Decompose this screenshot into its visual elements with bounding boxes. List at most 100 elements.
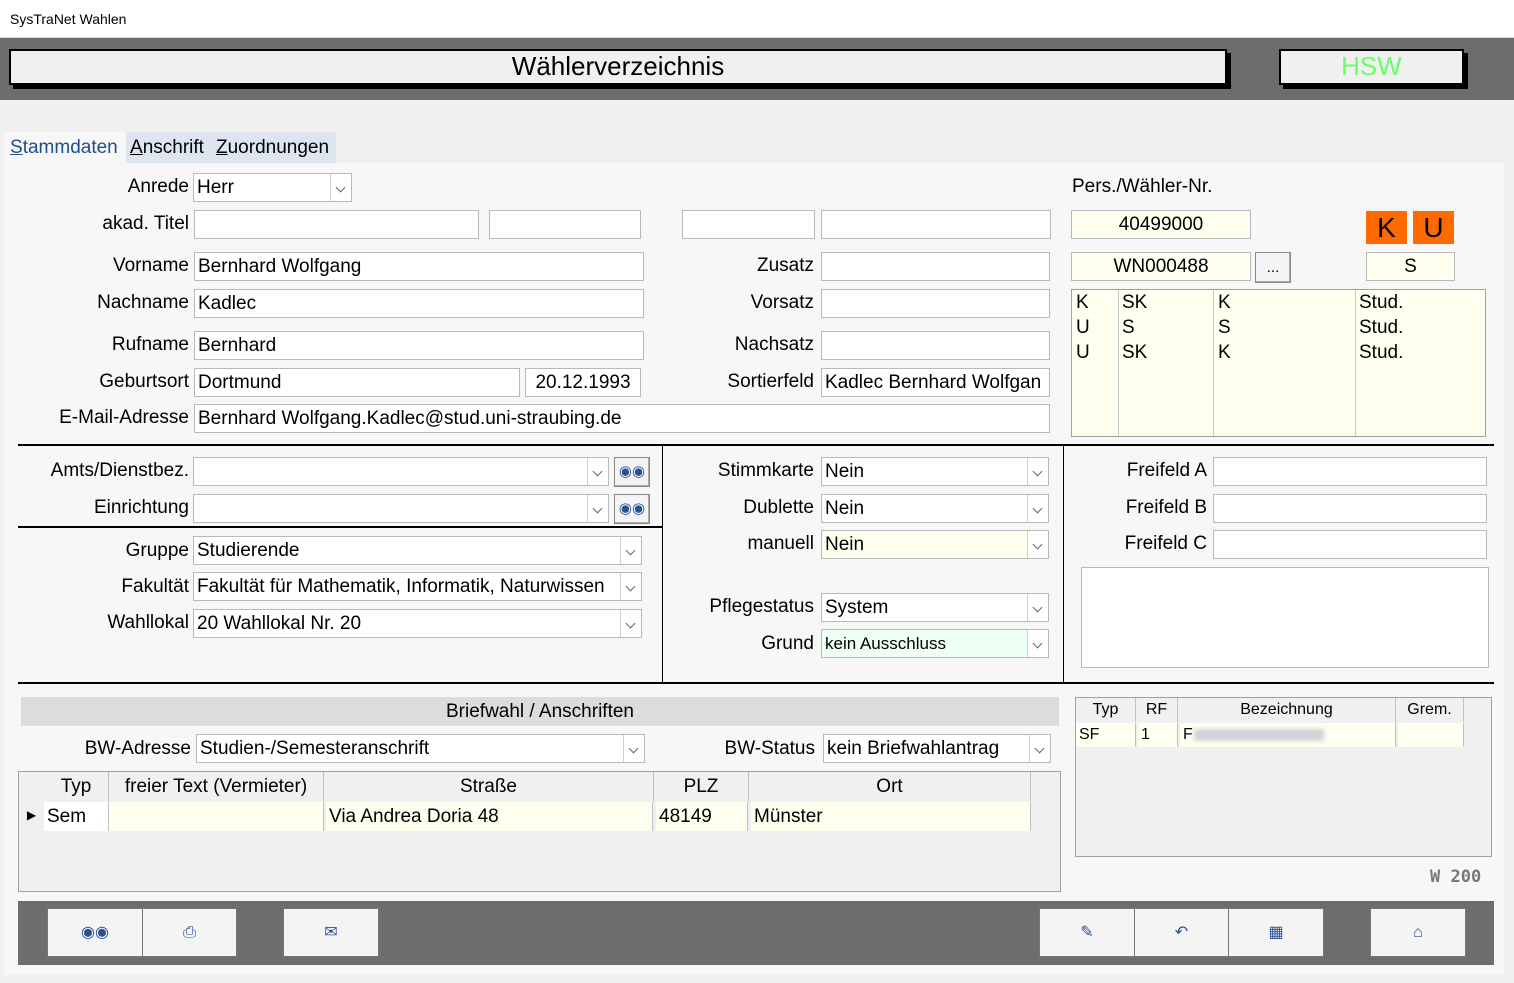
- table-row[interactable]: Sem: [44, 802, 109, 831]
- titel-field-4[interactable]: [821, 210, 1051, 239]
- address-table[interactable]: Typ freier Text (Vermieter) Straße PLZ O…: [18, 771, 1061, 892]
- chevron-down-icon[interactable]: [620, 610, 641, 637]
- column-header[interactable]: Grem.: [1396, 698, 1464, 722]
- einrichtung-select[interactable]: [193, 494, 609, 523]
- list-item: SK: [1122, 342, 1148, 363]
- mail-icon[interactable]: ✉: [283, 908, 379, 957]
- binoculars-icon[interactable]: ◉◉: [614, 494, 650, 524]
- grund-select[interactable]: kein Ausschluss: [821, 629, 1049, 658]
- chevron-down-icon[interactable]: [1029, 735, 1050, 762]
- list-item: U: [1076, 317, 1090, 338]
- row-selector-icon[interactable]: ▶: [19, 802, 44, 831]
- bw-status-select[interactable]: kein Briefwahlantrag: [823, 734, 1051, 763]
- list-item: K: [1076, 292, 1089, 313]
- chevron-down-icon[interactable]: [1027, 594, 1048, 621]
- anrede-label: Anrede: [127, 176, 189, 197]
- titel-field-3[interactable]: [682, 210, 815, 239]
- table-row[interactable]: Via Andrea Doria 48: [326, 802, 653, 831]
- notes-textarea[interactable]: [1081, 567, 1489, 668]
- geburtsort-field[interactable]: Dortmund: [194, 368, 520, 397]
- chevron-down-icon[interactable]: [1027, 531, 1048, 558]
- chevron-down-icon[interactable]: [620, 573, 641, 600]
- vorname-field[interactable]: Bernhard Wolfgang: [194, 252, 644, 281]
- pflegestatus-select[interactable]: System: [821, 593, 1049, 622]
- wahllokal-select[interactable]: 20 Wahllokal Nr. 20: [193, 609, 642, 638]
- bw-adresse-select[interactable]: Studien-/Semesteranschrift: [196, 734, 645, 763]
- divider: [18, 444, 1494, 446]
- table-row[interactable]: 1: [1138, 723, 1178, 747]
- titel-field-1[interactable]: [194, 210, 479, 239]
- column-header[interactable]: Straße: [324, 772, 654, 801]
- chevron-down-icon[interactable]: [1027, 630, 1048, 657]
- home-icon[interactable]: ⌂: [1370, 908, 1466, 957]
- stimmkarte-select[interactable]: Nein: [821, 457, 1049, 486]
- chevron-down-icon[interactable]: [1027, 495, 1048, 522]
- freifeld-b-field[interactable]: [1213, 494, 1487, 523]
- column-header[interactable]: Ort: [749, 772, 1031, 801]
- column-header[interactable]: Bezeichnung: [1178, 698, 1396, 722]
- table-row[interactable]: 48149: [656, 802, 748, 831]
- print-icon[interactable]: ⎙: [142, 908, 237, 957]
- sortierfeld-label: Sortierfeld: [727, 371, 814, 392]
- column-header[interactable]: freier Text (Vermieter): [109, 772, 324, 801]
- membership-list[interactable]: K SK K Stud. U S S Stud. U SK K Stud.: [1071, 289, 1486, 437]
- dublette-select[interactable]: Nein: [821, 494, 1049, 523]
- vorsatz-field[interactable]: [821, 289, 1050, 318]
- fakultaet-select[interactable]: Fakultät für Mathematik, Informatik, Nat…: [193, 572, 642, 601]
- bottom-toolbar: ◉◉ ⎙ ✉ ✎ ↶ ▦ ⌂: [18, 901, 1494, 965]
- amts-select[interactable]: [193, 457, 609, 486]
- new-record-icon[interactable]: ✎: [1039, 908, 1135, 957]
- gruppe-select[interactable]: Studierende: [193, 536, 642, 565]
- freifeld-c-field[interactable]: [1213, 530, 1487, 559]
- gremien-table[interactable]: Typ RF Bezeichnung Grem. SF 1 F: [1075, 697, 1492, 857]
- table-row[interactable]: F: [1180, 723, 1396, 747]
- column-header[interactable]: Typ: [1076, 698, 1136, 722]
- table-row[interactable]: [109, 802, 324, 831]
- chevron-down-icon[interactable]: [587, 495, 608, 522]
- chevron-down-icon[interactable]: [620, 537, 641, 564]
- column-header[interactable]: RF: [1136, 698, 1178, 722]
- tab-zuordnungen[interactable]: Zuordnungen: [216, 132, 336, 164]
- sortierfeld-field[interactable]: Kadlec Bernhard Wolfgan: [821, 368, 1050, 397]
- tab-anschrift[interactable]: Anschrift: [130, 132, 214, 164]
- rufname-field[interactable]: Bernhard: [194, 331, 644, 360]
- email-field[interactable]: Bernhard Wolfgang.Kadlec@stud.uni-straub…: [194, 404, 1050, 433]
- table-row[interactable]: [1398, 723, 1464, 747]
- save-icon[interactable]: ▦: [1228, 908, 1324, 957]
- search-binoculars-icon[interactable]: ◉◉: [47, 908, 143, 957]
- nachname-field[interactable]: Kadlec: [194, 289, 644, 318]
- titel-field-2[interactable]: [489, 210, 641, 239]
- status-s-field[interactable]: S: [1366, 252, 1455, 281]
- table-row[interactable]: Münster: [751, 802, 1031, 831]
- window-titlebar: SysTraNet Wahlen: [0, 0, 1514, 38]
- bw-status-label: BW-Status: [724, 738, 815, 759]
- chevron-down-icon[interactable]: [1027, 458, 1048, 485]
- anrede-select[interactable]: Herr: [193, 173, 352, 202]
- table-row[interactable]: SF: [1076, 723, 1136, 747]
- chevron-down-icon[interactable]: [623, 735, 644, 762]
- badge-k: K: [1366, 211, 1407, 244]
- geburtsdatum-field[interactable]: 20.12.1993: [525, 368, 641, 397]
- freifeld-a-field[interactable]: [1213, 457, 1487, 486]
- list-item: S: [1218, 317, 1231, 338]
- zusatz-label: Zusatz: [756, 255, 814, 276]
- fakultaet-label: Fakultät: [121, 576, 189, 597]
- binoculars-icon[interactable]: ◉◉: [614, 457, 650, 487]
- column-header[interactable]: Typ: [44, 772, 109, 801]
- freifeld-b-label: Freifeld B: [1125, 497, 1207, 518]
- vorsatz-label: Vorsatz: [750, 292, 814, 313]
- tab-stammdaten[interactable]: Stammdaten: [4, 132, 126, 164]
- wahllokal-label: Wahllokal: [107, 612, 189, 633]
- undo-icon[interactable]: ↶: [1134, 908, 1229, 957]
- freifeld-c-label: Freifeld C: [1124, 533, 1207, 554]
- chevron-down-icon[interactable]: [587, 458, 608, 485]
- chevron-down-icon[interactable]: [330, 174, 351, 201]
- zusatz-field[interactable]: [821, 252, 1050, 281]
- pers-nr-field[interactable]: 40499000: [1071, 210, 1251, 239]
- waehler-nr-field[interactable]: WN000488: [1071, 252, 1251, 281]
- manuell-select[interactable]: Nein: [821, 530, 1049, 559]
- nachsatz-field[interactable]: [821, 331, 1050, 360]
- column-header[interactable]: PLZ: [654, 772, 749, 801]
- more-button[interactable]: ...: [1255, 252, 1291, 283]
- pflegestatus-label: Pflegestatus: [709, 596, 814, 617]
